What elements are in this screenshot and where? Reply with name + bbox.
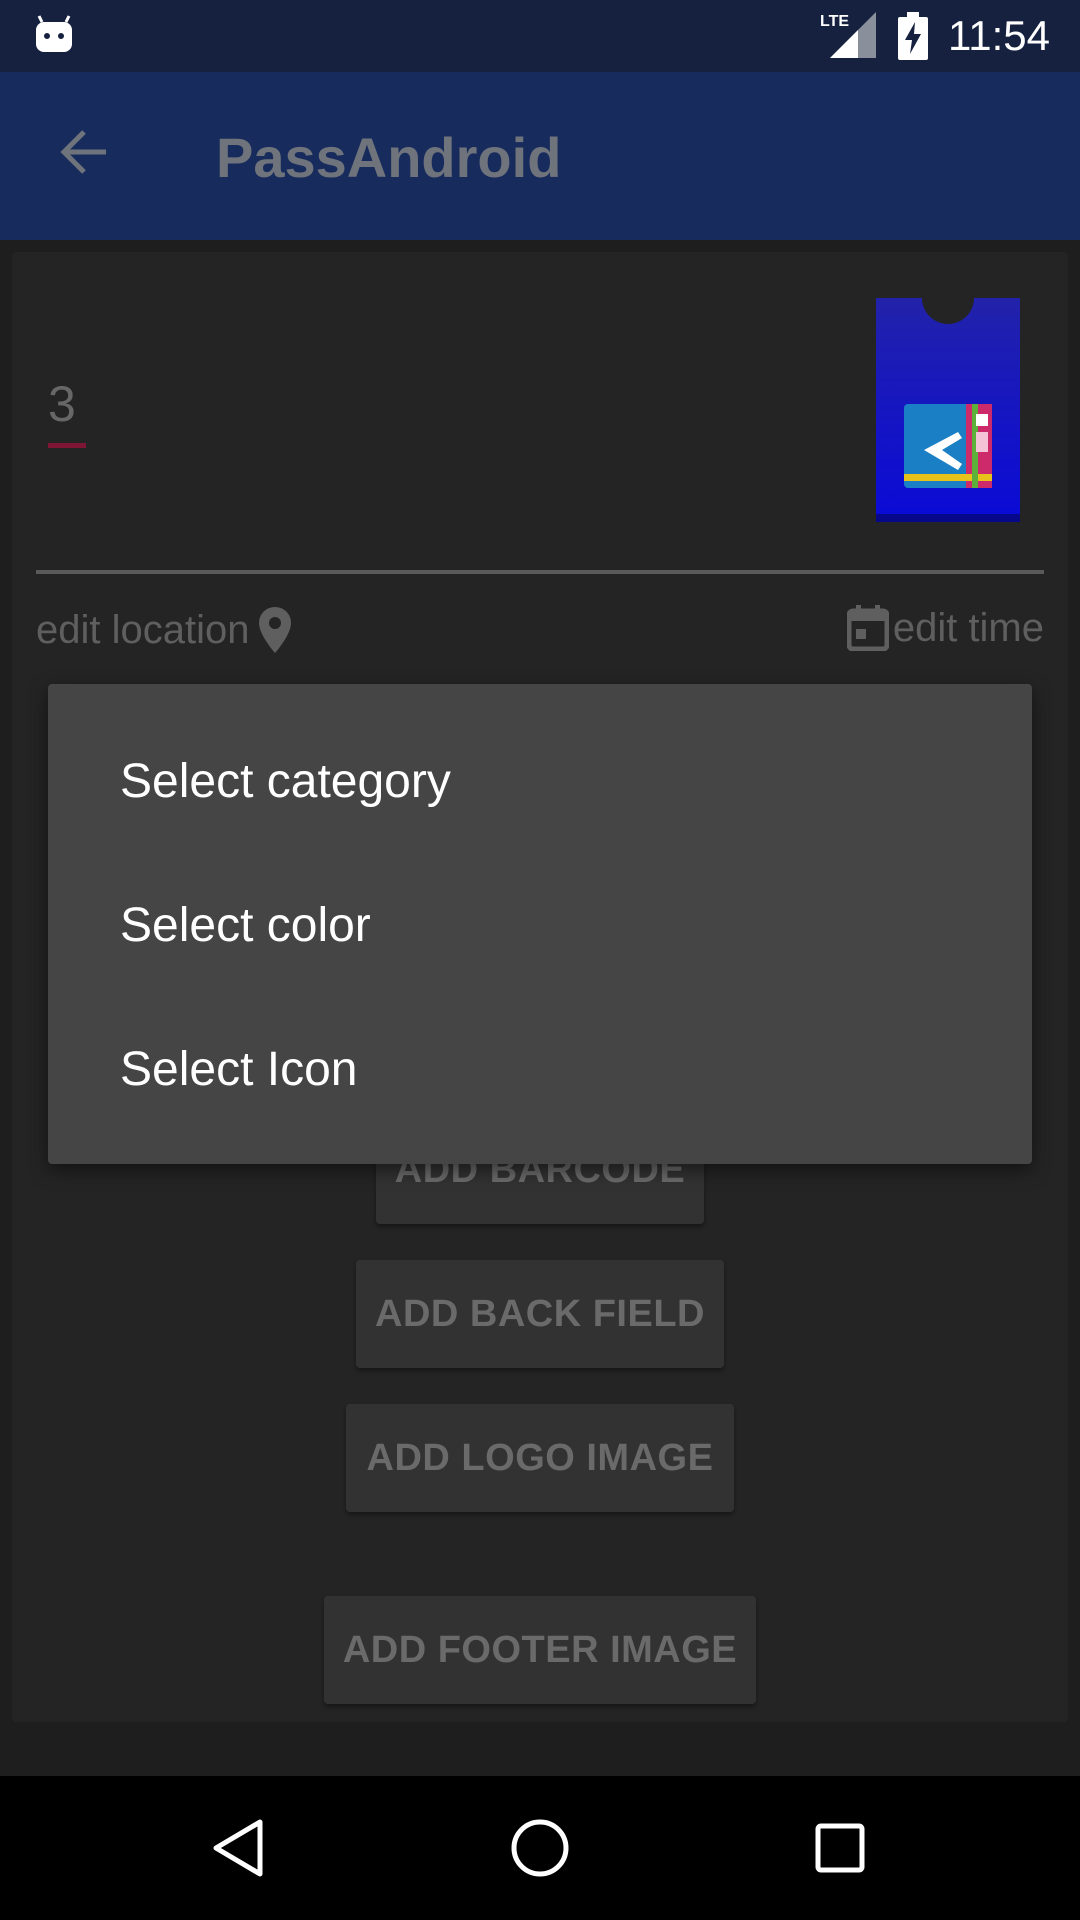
android-icon bbox=[36, 15, 72, 52]
select-dialog: Select category Select color Select Icon bbox=[48, 684, 1032, 1164]
pass-ticket-image[interactable] bbox=[876, 298, 1020, 522]
dialog-item-select-color[interactable]: Select color bbox=[120, 896, 371, 956]
edit-time-link[interactable]: edit time bbox=[846, 602, 1044, 654]
location-pin-icon bbox=[259, 607, 292, 653]
edit-time-label: edit time bbox=[892, 606, 1044, 650]
dialog-item-select-icon[interactable]: Select Icon bbox=[120, 1040, 357, 1100]
pass-number-field[interactable]: 3 bbox=[48, 374, 76, 434]
status-bar: LTE 11:54 bbox=[0, 0, 1080, 72]
app-title: PassAndroid bbox=[216, 126, 562, 189]
calendar-icon bbox=[846, 605, 889, 651]
lte-signal-icon: LTE bbox=[820, 12, 876, 58]
status-time: 11:54 bbox=[948, 12, 1050, 59]
nav-home-icon[interactable] bbox=[508, 1816, 572, 1880]
svg-text:LTE: LTE bbox=[820, 13, 849, 30]
arrow-back-icon[interactable] bbox=[56, 124, 112, 180]
pass-number-underline bbox=[48, 443, 86, 448]
add-footer-image-button[interactable]: ADD FOOTER IMAGE bbox=[324, 1596, 756, 1704]
navigation-bar bbox=[0, 1776, 1080, 1920]
dialog-item-select-category[interactable]: Select category bbox=[120, 752, 451, 812]
add-back-field-button[interactable]: ADD BACK FIELD bbox=[356, 1260, 724, 1368]
nav-back-icon[interactable] bbox=[208, 1816, 272, 1880]
edit-location-label: edit location bbox=[36, 608, 250, 652]
add-logo-image-button[interactable]: ADD LOGO IMAGE bbox=[346, 1404, 734, 1512]
battery-charging-icon bbox=[898, 12, 928, 60]
nav-recents-icon[interactable] bbox=[808, 1816, 872, 1880]
edit-location-link[interactable]: edit location bbox=[36, 604, 292, 656]
divider bbox=[36, 570, 1044, 574]
